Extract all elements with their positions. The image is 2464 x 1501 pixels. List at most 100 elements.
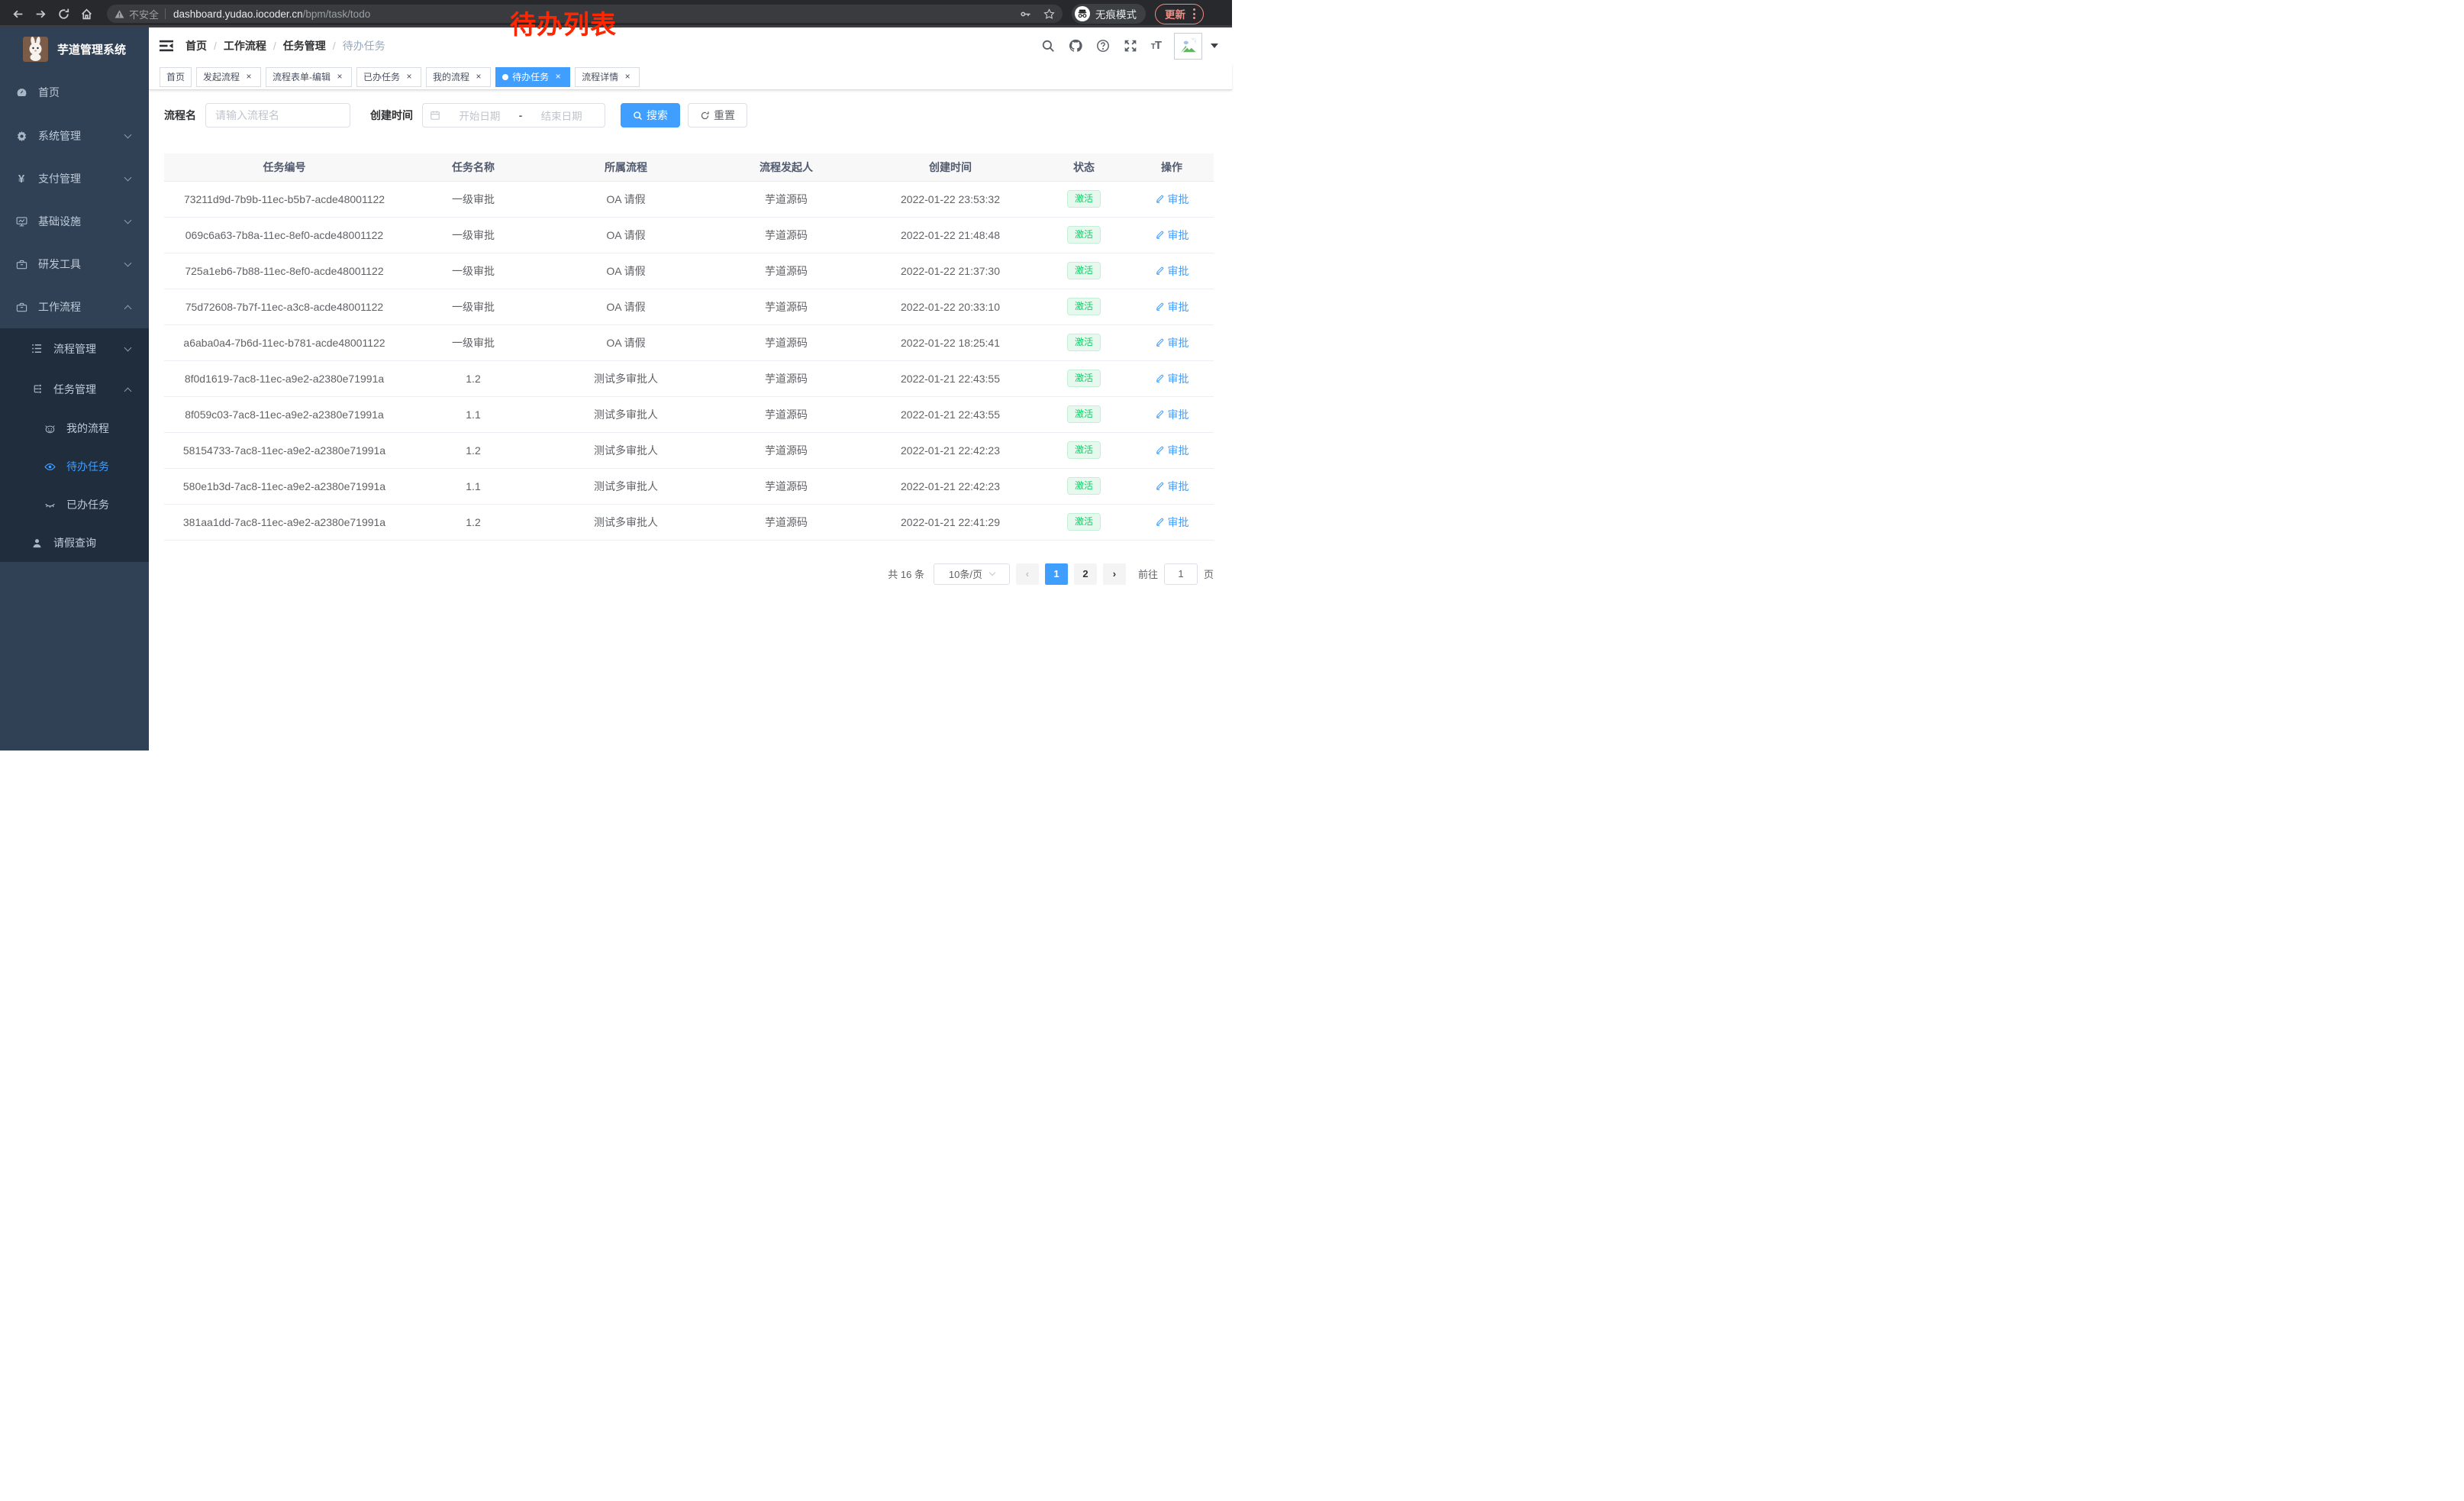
not-secure-warning-icon (114, 9, 124, 19)
table-row: a6aba0a4-7b6d-11ec-b781-acde48001122一级审批… (164, 324, 1214, 360)
approve-link[interactable]: 审批 (1155, 443, 1189, 458)
cell-process: OA 请假 (542, 181, 710, 217)
create-time-range-picker[interactable]: 开始日期 - 结束日期 (422, 103, 605, 128)
prev-page-button[interactable]: ‹ (1016, 563, 1039, 585)
flow-list-icon (31, 343, 43, 355)
app-title: 芋道管理系统 (57, 41, 126, 57)
edit-pencil-icon (1155, 266, 1165, 276)
sidebar-item-system[interactable]: 系统管理 (0, 115, 149, 157)
tab-首页[interactable]: 首页 (160, 67, 192, 87)
breadcrumb-workflow[interactable]: 工作流程 (224, 38, 266, 53)
tab-close-icon[interactable]: × (553, 72, 563, 82)
approve-link[interactable]: 审批 (1155, 263, 1189, 279)
tab-close-icon[interactable]: × (473, 72, 484, 82)
active-tab-dot (502, 74, 508, 80)
sidebar-item-leave-query[interactable]: 请假查询 (0, 524, 149, 562)
tab-close-icon[interactable]: × (243, 72, 254, 82)
search-icon[interactable] (1041, 39, 1056, 53)
column-header: 任务编号 (164, 153, 405, 181)
tab-待办任务[interactable]: 待办任务× (495, 67, 570, 87)
sidebar-item-done-tasks[interactable]: 已办任务 (0, 486, 149, 524)
end-date-placeholder[interactable]: 结束日期 (525, 108, 598, 123)
chevron-down-icon (124, 260, 132, 267)
page-button-2[interactable]: 2 (1074, 563, 1097, 585)
tab-close-icon[interactable]: × (404, 72, 414, 82)
help-icon[interactable] (1096, 39, 1111, 53)
total-count-label: 共 16 条 (888, 567, 924, 581)
browser-forward-icon[interactable] (29, 2, 52, 25)
approve-link[interactable]: 审批 (1155, 515, 1189, 530)
cell-name: 1.1 (405, 468, 542, 504)
start-date-placeholder[interactable]: 开始日期 (443, 108, 516, 123)
browser-menu-kebab-icon[interactable] (1193, 8, 1195, 19)
breadcrumb-home[interactable]: 首页 (185, 38, 207, 53)
sidebar-item-my-process[interactable]: 我的流程 (0, 409, 149, 447)
tab-流程详情[interactable]: 流程详情× (575, 67, 640, 87)
saved-password-key-icon[interactable] (1020, 8, 1031, 20)
search-button[interactable]: 搜索 (621, 103, 680, 128)
sidebar-fold-icon[interactable] (149, 27, 184, 64)
column-header: 创建时间 (863, 153, 1038, 181)
not-secure-label[interactable]: 不安全 (129, 7, 159, 21)
cell-status: 激活 (1038, 504, 1130, 540)
browser-back-icon[interactable] (6, 2, 29, 25)
fullscreen-icon[interactable] (1124, 39, 1138, 53)
github-icon[interactable] (1069, 39, 1083, 53)
tab-label: 流程表单-编辑 (273, 70, 331, 83)
approve-link[interactable]: 审批 (1155, 335, 1189, 350)
browser-reload-icon[interactable] (52, 2, 75, 25)
cell-starter: 芋道源码 (710, 217, 863, 253)
approve-link[interactable]: 审批 (1155, 407, 1189, 422)
sidebar-item-process-management[interactable]: 流程管理 (0, 328, 149, 369)
tab-close-icon[interactable]: × (334, 72, 345, 82)
table-row: 069c6a63-7b8a-11ec-8ef0-acde48001122一级审批… (164, 217, 1214, 253)
app-logo-row[interactable]: 芋道管理系统 (0, 27, 149, 70)
column-header: 状态 (1038, 153, 1130, 181)
cell-status: 激活 (1038, 396, 1130, 432)
calendar-icon (430, 110, 440, 121)
table-row: 381aa1dd-7ac8-11ec-a9e2-a2380e71991a1.2测… (164, 504, 1214, 540)
sidebar-item-home[interactable]: 首页 (0, 70, 149, 115)
font-size-icon[interactable]: TT (1151, 39, 1161, 53)
approve-link[interactable]: 审批 (1155, 479, 1189, 494)
tab-label: 已办任务 (363, 70, 400, 83)
page-button-1[interactable]: 1 (1045, 563, 1068, 585)
next-page-button[interactable]: › (1103, 563, 1126, 585)
todo-eye-icon (44, 460, 56, 473)
cell-name: 一级审批 (405, 181, 542, 217)
sidebar-item-payment[interactable]: ¥ 支付管理 (0, 157, 149, 200)
annotation-todo-list: 待办列表 (510, 4, 617, 41)
approve-link[interactable]: 审批 (1155, 192, 1189, 207)
url-text[interactable]: dashboard.yudao.iocoder.cn/bpm/task/todo (173, 8, 370, 20)
tab-已办任务[interactable]: 已办任务 × (356, 67, 421, 87)
bookmark-star-icon[interactable] (1043, 8, 1055, 20)
sidebar-item-infrastructure[interactable]: 基础设施 (0, 200, 149, 243)
sidebar-item-task-management[interactable]: 任务管理 (0, 369, 149, 409)
approve-link[interactable]: 审批 (1155, 299, 1189, 315)
cell-starter: 芋道源码 (710, 181, 863, 217)
avatar-caret-icon[interactable] (1211, 44, 1218, 48)
tab-我的流程[interactable]: 我的流程× (426, 67, 491, 87)
goto-page-input[interactable] (1164, 563, 1198, 585)
browser-home-icon[interactable] (75, 2, 98, 25)
omnibox-divider (165, 8, 166, 19)
chevron-down-icon (124, 217, 132, 224)
sidebar-item-todo-tasks[interactable]: 待办任务 (0, 447, 149, 486)
sidebar-item-workflow[interactable]: 工作流程 (0, 286, 149, 328)
breadcrumb-task-management[interactable]: 任务管理 (283, 38, 326, 53)
approve-link[interactable]: 审批 (1155, 228, 1189, 243)
cell-status: 激活 (1038, 432, 1130, 468)
avatar[interactable] (1174, 33, 1202, 60)
tab-流程表单-编辑[interactable]: 流程表单-编辑× (266, 67, 352, 87)
cell-name: 一级审批 (405, 253, 542, 289)
process-name-input[interactable] (205, 103, 350, 128)
tab-发起流程[interactable]: 发起流程× (196, 67, 261, 87)
cell-time: 2022-01-22 20:33:10 (863, 289, 1038, 324)
page-size-select[interactable]: 10条/页 (934, 563, 1010, 585)
sidebar-item-devtools[interactable]: 研发工具 (0, 243, 149, 286)
browser-update-button[interactable]: 更新 (1155, 4, 1204, 24)
reset-button[interactable]: 重置 (688, 103, 747, 128)
page-suffix-label: 页 (1204, 567, 1214, 581)
tab-close-icon[interactable]: × (622, 72, 633, 82)
approve-link[interactable]: 审批 (1155, 371, 1189, 386)
